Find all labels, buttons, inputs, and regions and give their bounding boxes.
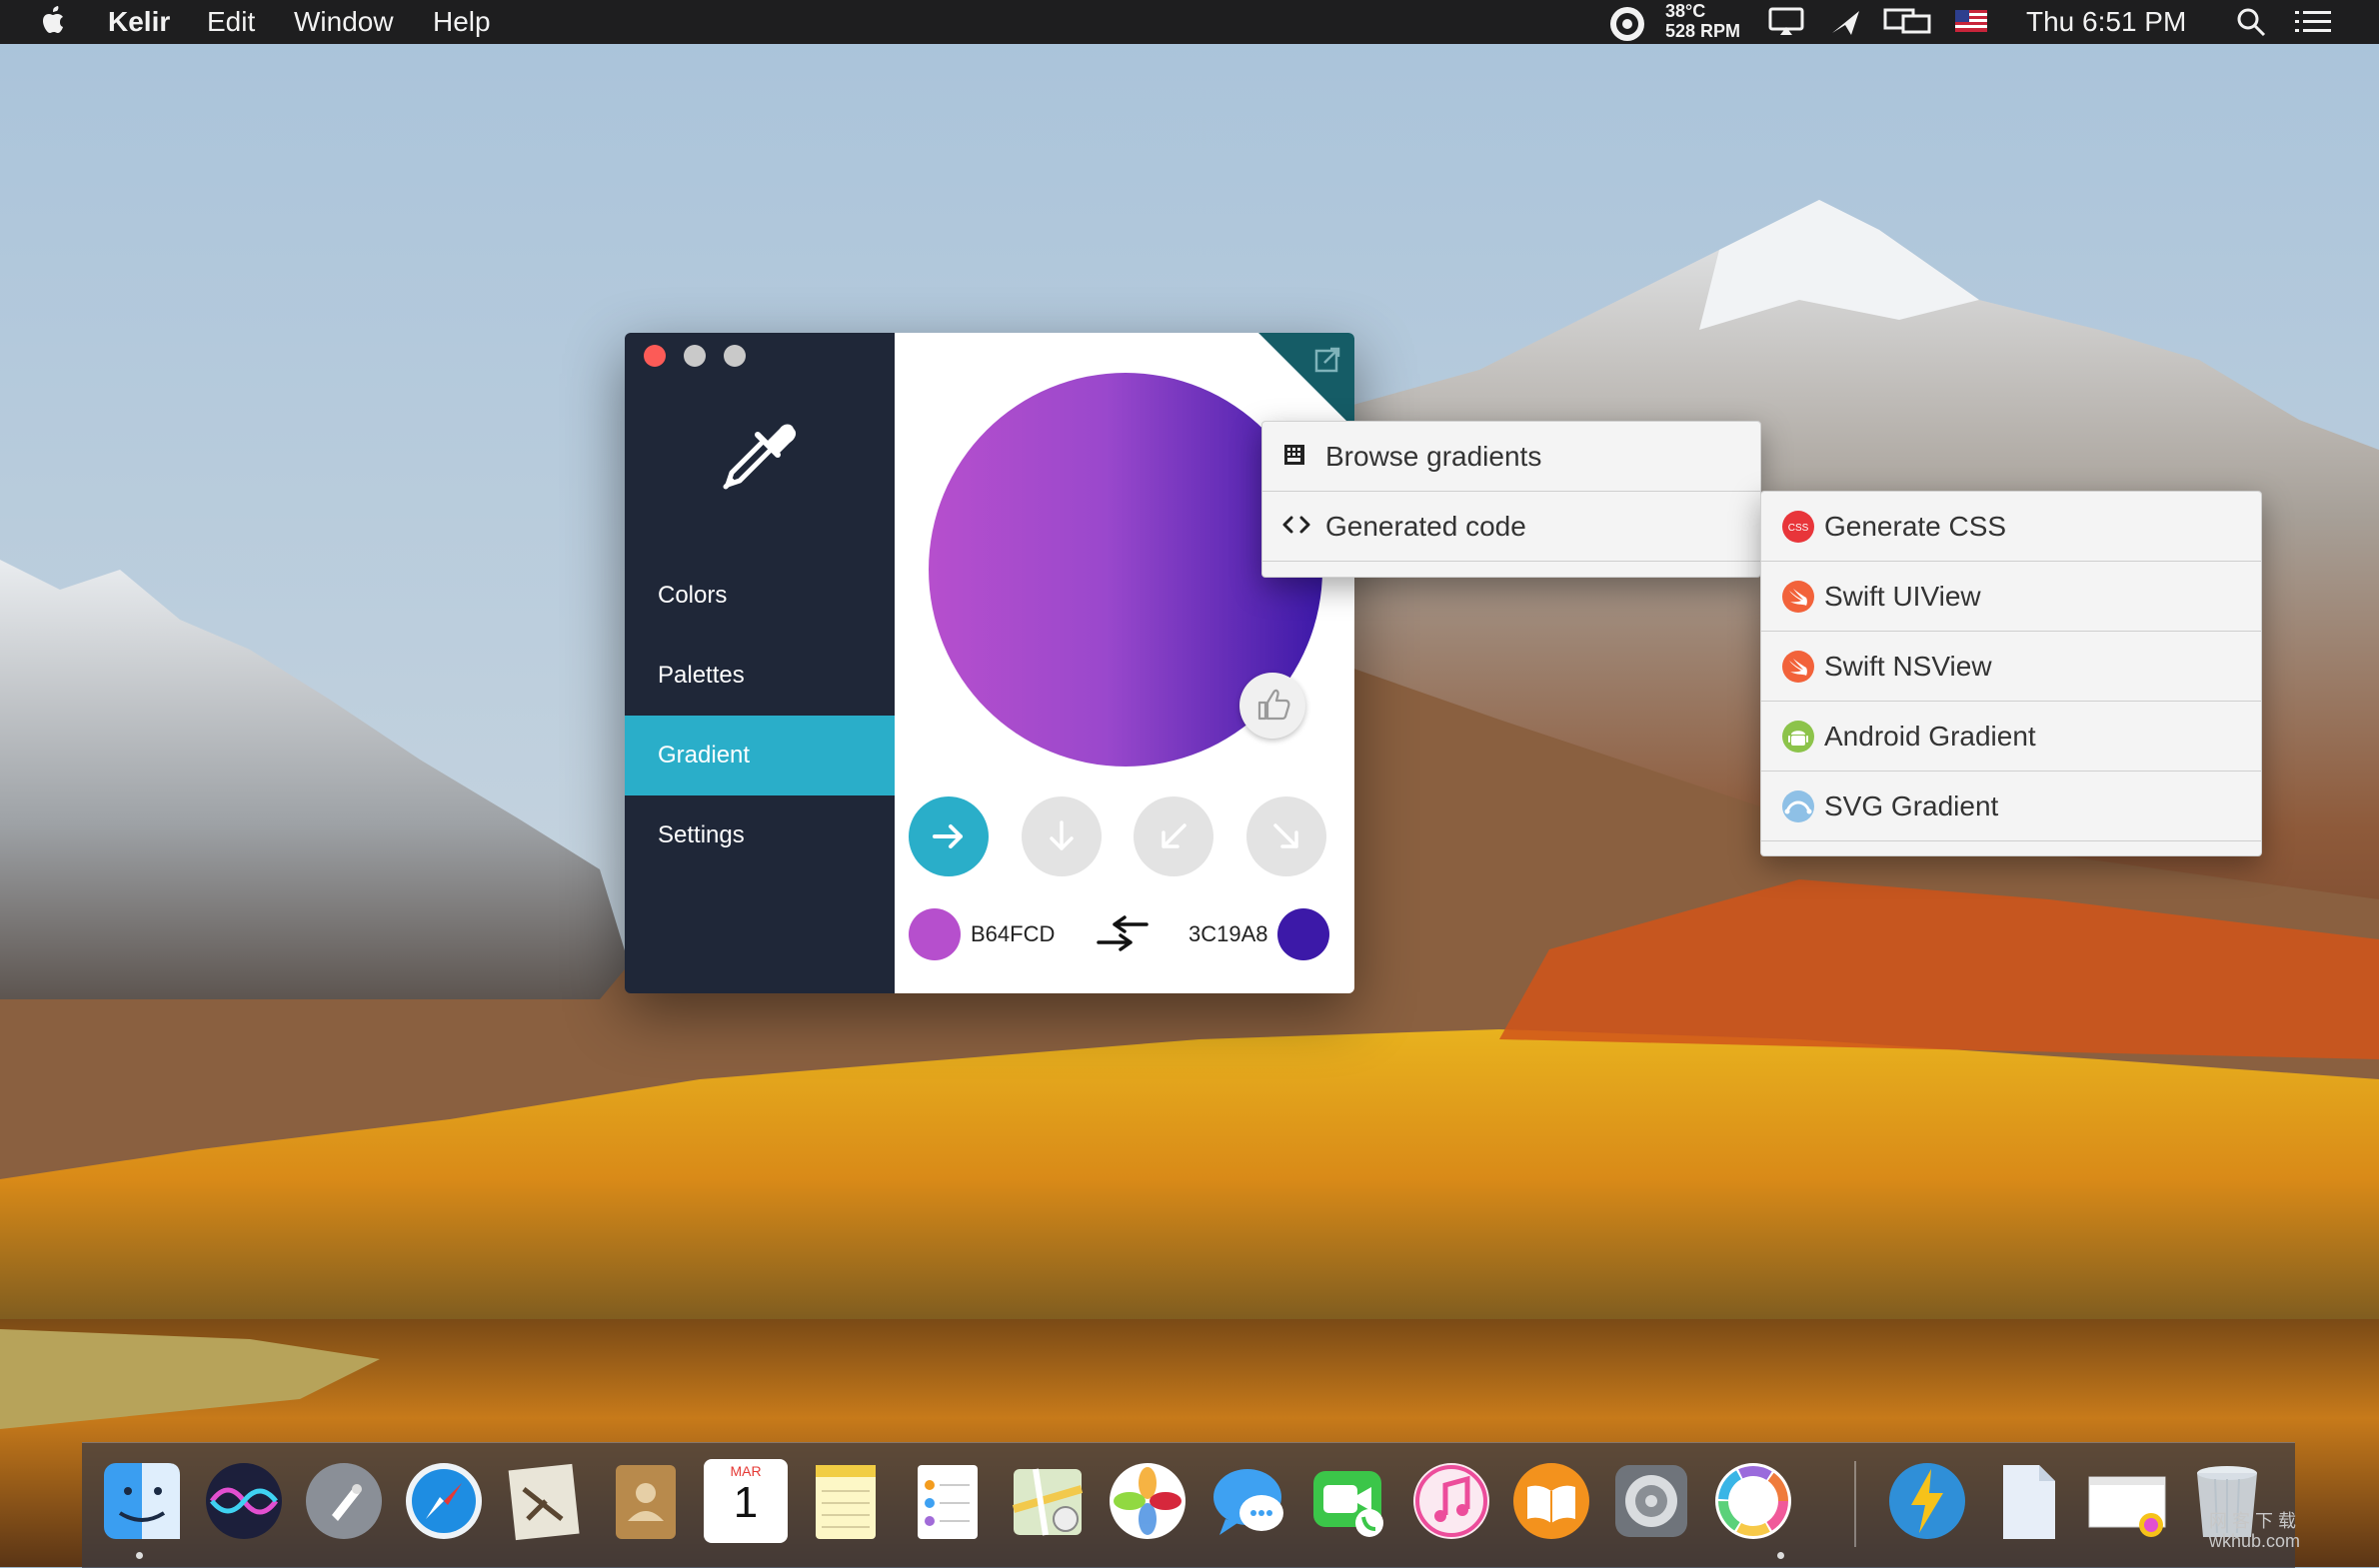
preview-window-icon[interactable]: [2085, 1459, 2169, 1543]
messages-icon[interactable]: [1207, 1459, 1291, 1543]
us-flag-icon[interactable]: [1955, 10, 1987, 32]
menu-app-name[interactable]: Kelir: [108, 6, 170, 38]
itunes-icon[interactable]: [1409, 1459, 1493, 1543]
calendar-day: 1: [733, 1478, 759, 1527]
menu-item-label: Browse gradients: [1325, 441, 1542, 472]
fan-readout: 38°C 528 RPM: [1665, 1, 1740, 41]
temperature-text: 38°C: [1665, 1, 1706, 21]
menu-item-generated-code[interactable]: Generated code: [1262, 492, 1760, 562]
svg-text:CSS: CSS: [1788, 523, 1809, 534]
dock-running-indicator: [136, 1552, 143, 1559]
code-submenu: CSS Generate CSS Swift UIView Swift NSVi…: [1760, 491, 2262, 856]
menu-bar: Kelir Edit Window Help 38°C 528 RPM Thu …: [0, 0, 2379, 44]
minimize-window-button[interactable]: [684, 345, 706, 367]
expand-corner[interactable]: [1258, 333, 1354, 429]
fan-monitor-icon[interactable]: [1607, 4, 1647, 44]
menu-item-label: Swift NSView: [1824, 651, 1992, 682]
kelir-app-icon[interactable]: [1711, 1459, 1795, 1543]
arrow-down-left-icon: [1162, 823, 1187, 848]
contacts-icon[interactable]: [604, 1459, 688, 1543]
sidebar-item-gradient[interactable]: Gradient: [625, 716, 895, 795]
maps-icon[interactable]: [1006, 1459, 1090, 1543]
sidebar-item-settings[interactable]: Settings: [625, 795, 895, 875]
context-menu: Browse gradients Generated code: [1261, 421, 1761, 578]
ibooks-icon[interactable]: [1509, 1459, 1593, 1543]
airplay-icon[interactable]: [1829, 7, 1863, 37]
menu-item-label: Android Gradient: [1824, 721, 2036, 752]
notes-icon[interactable]: [804, 1459, 888, 1543]
menu-item-swift-uiview[interactable]: Swift UIView: [1761, 562, 2261, 632]
code-brackets-icon: [1282, 516, 1310, 534]
reeder-icon[interactable]: [1885, 1459, 1969, 1543]
facetime-icon[interactable]: [1307, 1459, 1391, 1543]
menu-item-android-gradient[interactable]: Android Gradient: [1761, 702, 2261, 772]
sidebar-item-colors[interactable]: Colors: [625, 556, 895, 636]
menu-window[interactable]: Window: [294, 6, 394, 38]
menu-item-swift-nsview[interactable]: Swift NSView: [1761, 632, 2261, 702]
system-preferences-icon[interactable]: [1609, 1459, 1693, 1543]
watermark-line1: 网 客 下 载: [2209, 1511, 2297, 1531]
direction-right-button[interactable]: [909, 796, 989, 876]
direction-down-left-button[interactable]: [1134, 796, 1213, 876]
swap-colors-icon[interactable]: [1095, 914, 1151, 954]
menu-item-label: Generated code: [1325, 511, 1526, 542]
like-button[interactable]: [1239, 673, 1305, 739]
css-icon: CSS: [1782, 511, 1814, 543]
sidebar-item-palettes[interactable]: Palettes: [625, 636, 895, 716]
sidebar: Colors Palettes Gradient Settings: [625, 333, 895, 993]
arrow-down-icon: [1050, 820, 1074, 850]
direction-down-button[interactable]: [1022, 796, 1102, 876]
menubar-clock[interactable]: Thu 6:51 PM: [2026, 6, 2186, 38]
dock-separator: [1854, 1461, 1856, 1547]
zoom-window-button[interactable]: [724, 345, 746, 367]
reminders-icon[interactable]: [906, 1459, 990, 1543]
swift-icon: [1782, 581, 1814, 613]
watermark: 网 客 下 载 wkhub.com: [2209, 1511, 2300, 1551]
calendar-icon[interactable]: MAR 1: [704, 1459, 788, 1543]
display-notification-icon[interactable]: [1767, 7, 1805, 37]
siri-icon[interactable]: [202, 1459, 286, 1543]
finder-icon[interactable]: [100, 1459, 184, 1543]
screen-mirroring-icon[interactable]: [1883, 7, 1931, 37]
menu-item-label: SVG Gradient: [1824, 790, 1999, 821]
menu-edit[interactable]: Edit: [207, 6, 255, 38]
dock: MAR 1: [82, 1442, 2295, 1568]
menu-help[interactable]: Help: [433, 6, 491, 38]
start-color-hex[interactable]: B64FCD: [971, 920, 1055, 948]
svg-icon: [1782, 790, 1814, 822]
arrow-down-right-icon: [1273, 823, 1298, 848]
fan-rpm-text: 528 RPM: [1665, 21, 1741, 41]
spotlight-search-icon[interactable]: [2236, 7, 2266, 37]
apple-icon[interactable]: [40, 5, 68, 37]
mail-icon[interactable]: [502, 1459, 586, 1543]
start-color-swatch[interactable]: [909, 908, 961, 960]
photos-icon[interactable]: [1106, 1459, 1190, 1543]
thumbs-up-icon: [1257, 689, 1290, 721]
safari-icon[interactable]: [402, 1459, 486, 1543]
dock-running-indicator: [1777, 1552, 1784, 1559]
android-icon: [1782, 721, 1814, 753]
swift-icon: [1782, 651, 1814, 683]
calendar-month: MAR: [730, 1463, 762, 1479]
menu-item-label: Swift UIView: [1824, 581, 1981, 612]
end-color-swatch[interactable]: [1277, 908, 1329, 960]
eyedropper-icon: [723, 424, 797, 490]
kelir-window: Colors Palettes Gradient Settings B64FCD…: [625, 333, 1354, 993]
menu-item-label: Generate CSS: [1824, 511, 2007, 542]
grid-icon: [1284, 445, 1304, 465]
watermark-line2: wkhub.com: [2209, 1531, 2301, 1551]
menu-item-svg-gradient[interactable]: SVG Gradient: [1761, 772, 2261, 841]
close-window-button[interactable]: [644, 345, 666, 367]
document-icon[interactable]: [1985, 1459, 2069, 1543]
launchpad-icon[interactable]: [302, 1459, 386, 1543]
notification-center-icon[interactable]: [2295, 10, 2331, 34]
menu-item-browse-gradients[interactable]: Browse gradients: [1262, 422, 1760, 492]
arrow-right-icon: [933, 824, 963, 848]
end-color-hex[interactable]: 3C19A8: [1189, 920, 1268, 948]
menu-item-generate-css[interactable]: CSS Generate CSS: [1761, 492, 2261, 562]
direction-down-right-button[interactable]: [1246, 796, 1326, 876]
